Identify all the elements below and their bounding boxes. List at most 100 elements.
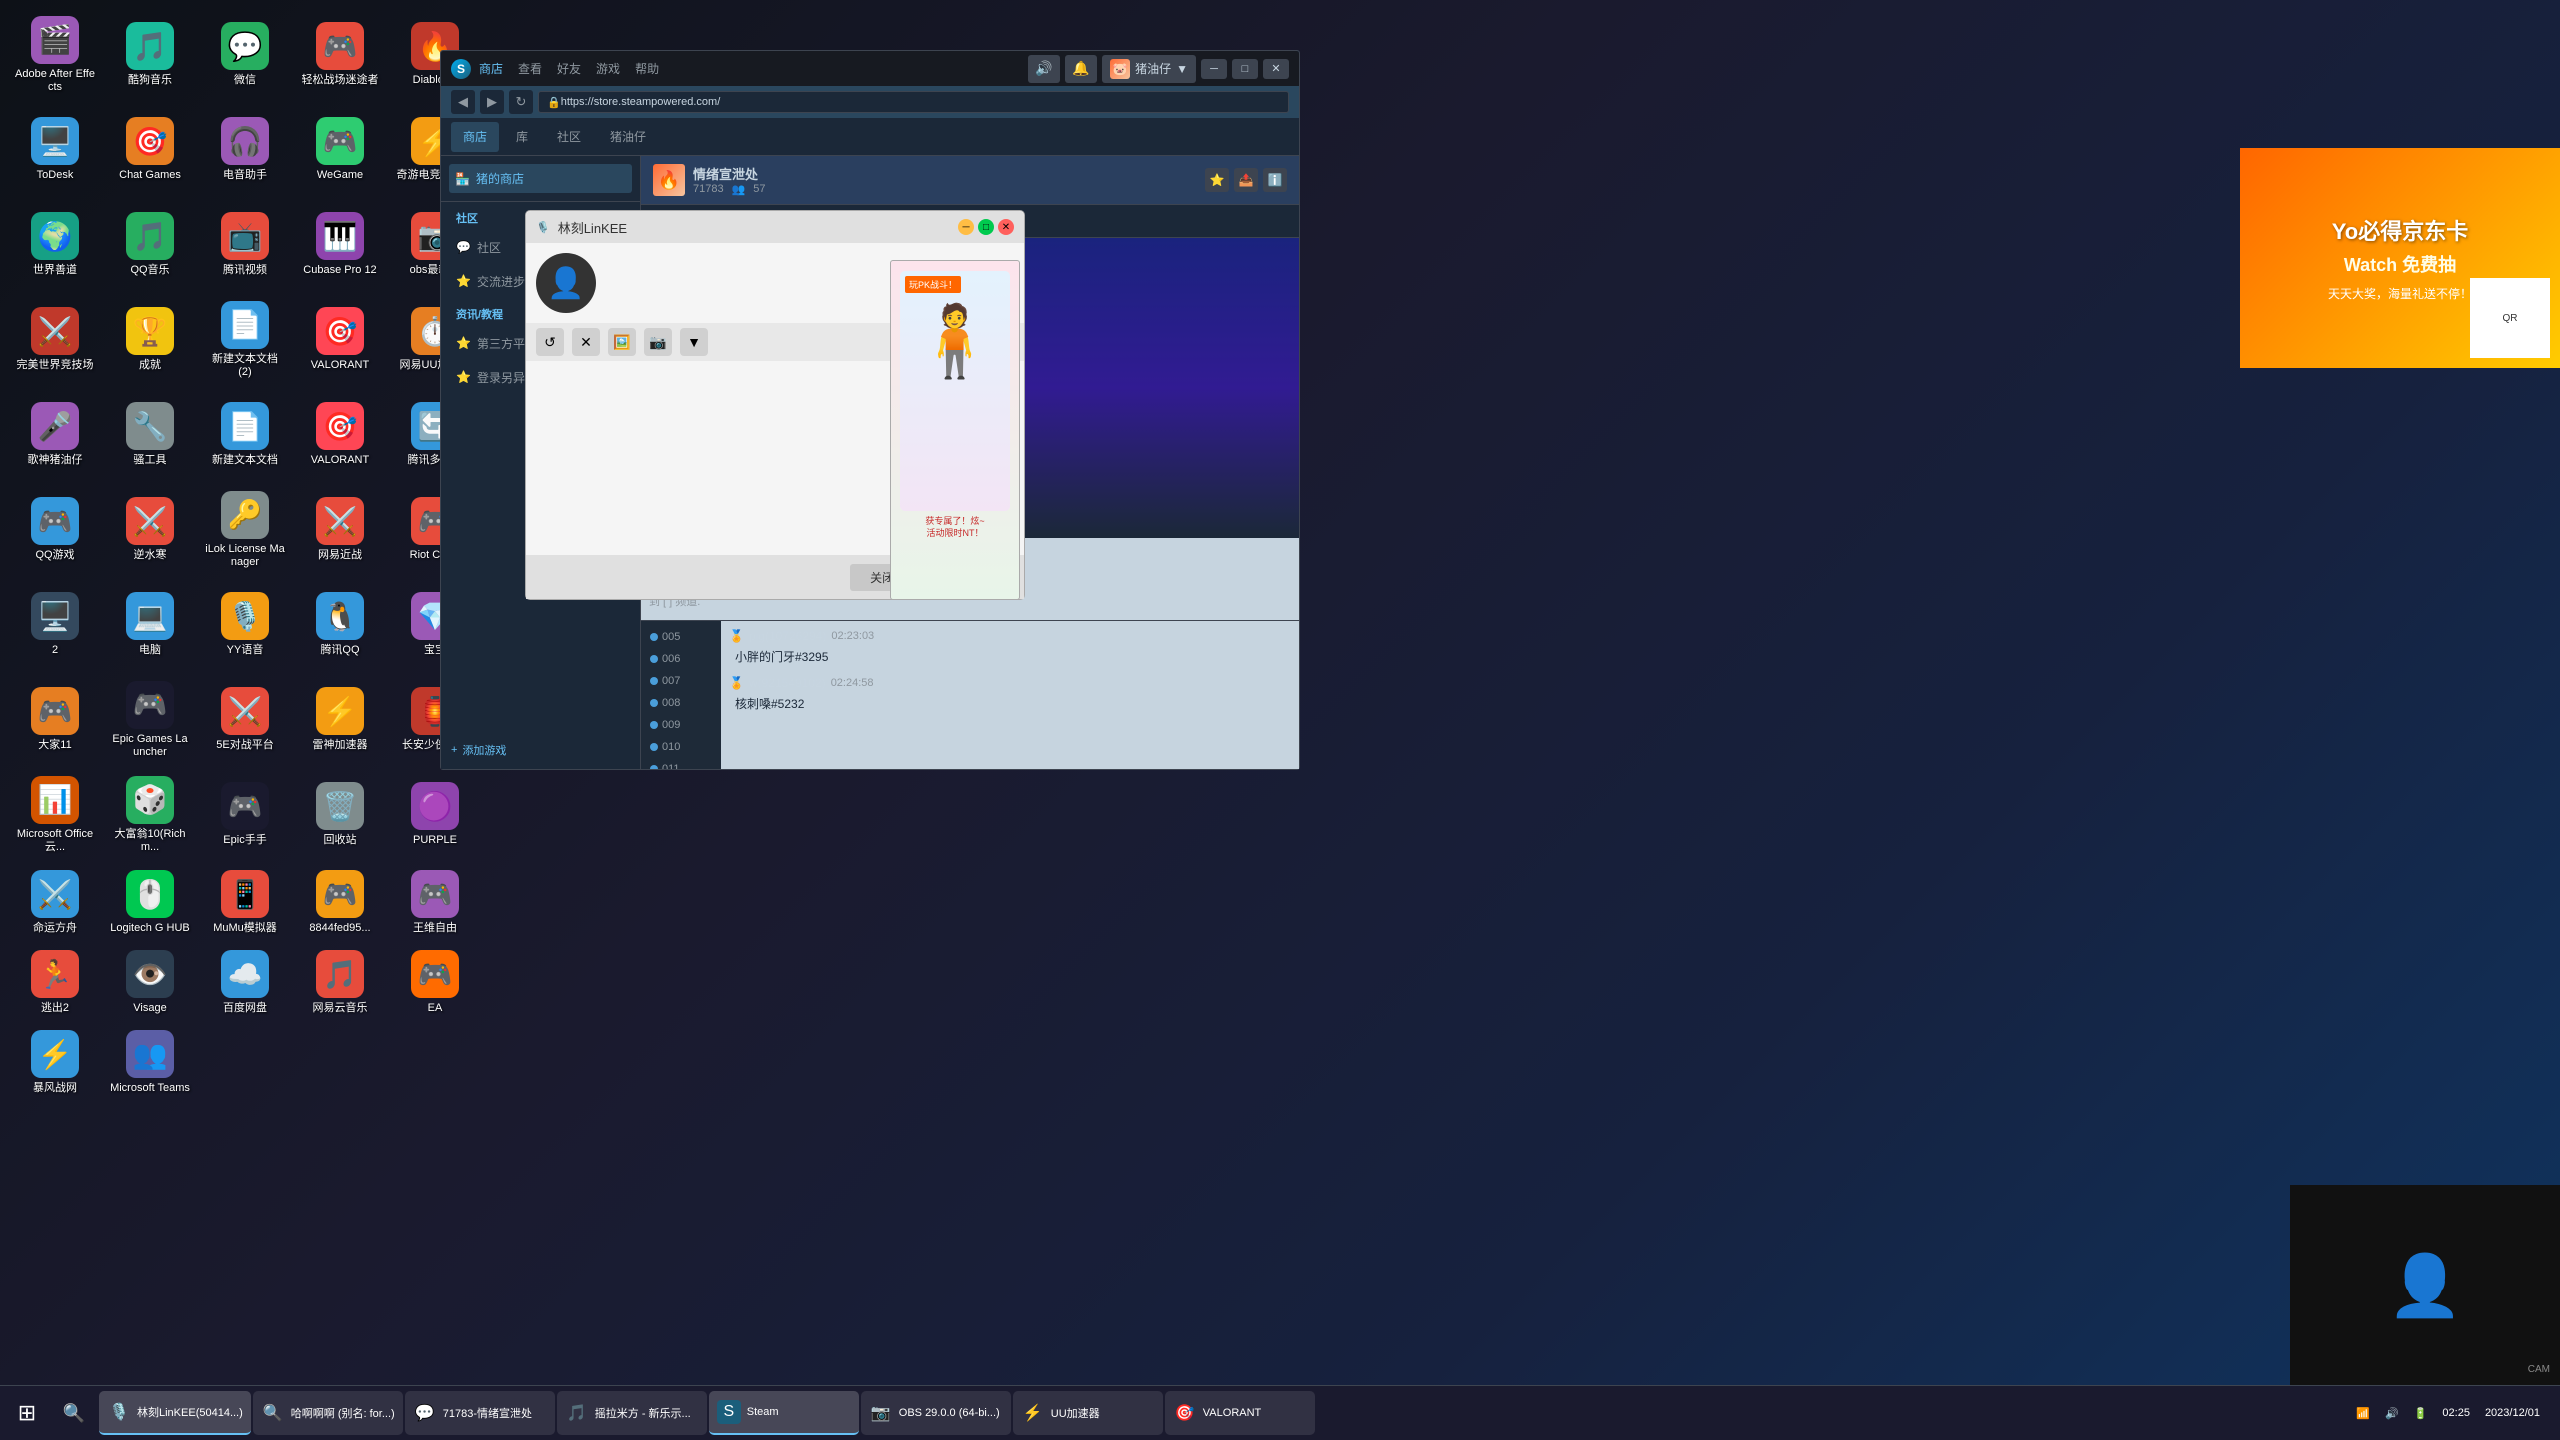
icon-jiuzhang[interactable]: 🎮 轻松战场迷途者	[295, 10, 385, 100]
steam-menu-games[interactable]: 游戏	[596, 60, 620, 77]
room-settings-btn[interactable]: ⭐	[1205, 168, 1229, 192]
taskbar-app-steam[interactable]: S Steam	[709, 1391, 859, 1435]
icon-wang-zi[interactable]: 🎮 王维自由	[390, 865, 480, 940]
icon-after-effects[interactable]: 🎬 Adobe After Effects	[10, 10, 100, 100]
tray-network-icon[interactable]: 📶	[2351, 1407, 2375, 1420]
icon-netease-dl[interactable]: ☁️ 百度网盘	[200, 945, 290, 1020]
icon-tools[interactable]: 🔧 骚工具	[105, 390, 195, 480]
tray-volume-icon[interactable]: 🔊	[2380, 1407, 2404, 1420]
icon-wechat[interactable]: 💬 微信	[200, 10, 290, 100]
icon-epic-launcher[interactable]: 🎮 Epic Games Launcher	[105, 675, 195, 765]
voice-maximize-btn[interactable]: □	[978, 219, 994, 235]
icon-wangyi[interactable]: 🎧 电音助手	[200, 105, 290, 195]
icon-perfect-world[interactable]: ⚔️ 完美世界竞技场	[10, 295, 100, 385]
steam-menu-help[interactable]: 帮助	[635, 60, 659, 77]
icon-baofengzhan[interactable]: ⚡ 暴风战网	[10, 1025, 100, 1100]
steam-back-btn[interactable]: ◀	[451, 90, 475, 114]
icon-dafuji[interactable]: 🎲 大富翁10(Richm...	[105, 770, 195, 860]
voice-close-win-btn[interactable]: ✕	[998, 219, 1014, 235]
icon-qqmusic[interactable]: 🎵 QQ音乐	[105, 200, 195, 290]
icon-chat-games[interactable]: 🎯 Chat Games	[105, 105, 195, 195]
icon-label-tengxunqq: 腾讯QQ	[320, 644, 359, 657]
room-info-btn[interactable]: ℹ️	[1263, 168, 1287, 192]
voice-minimize-btn[interactable]: ─	[958, 219, 974, 235]
room-share-btn[interactable]: 📤	[1234, 168, 1258, 192]
icon-chengji[interactable]: 🏆 成就	[105, 295, 195, 385]
icon-purple[interactable]: 🟣 PURPLE	[390, 770, 480, 860]
icon-tencent-video[interactable]: 📺 腾讯视频	[200, 200, 290, 290]
taskbar-app-linkee[interactable]: 🎙️ 林刻LinKEE(50414...)	[99, 1391, 251, 1435]
tray-time[interactable]: 02:25	[2437, 1407, 2475, 1419]
taskbar-app-valorant[interactable]: 🎯 VALORANT	[1165, 1391, 1315, 1435]
steam-refresh-btn[interactable]: ↻	[509, 90, 533, 114]
steam-close-btn[interactable]: ✕	[1263, 59, 1289, 79]
icon-epic2[interactable]: 🎮 Epic手手	[200, 770, 290, 860]
icon-todo[interactable]: 🖥️ ToDesk	[10, 105, 100, 195]
steam-user-profile-btn[interactable]: 🐷 猪油仔 ▼	[1102, 55, 1196, 83]
icon-kugou[interactable]: 🎵 酷狗音乐	[105, 10, 195, 100]
icon-valorant[interactable]: 🎯 VALORANT	[295, 295, 385, 385]
icon-8844[interactable]: 🎮 8844fed95...	[295, 865, 385, 940]
steam-forward-btn[interactable]: ▶	[480, 90, 504, 114]
taskbar-app-room[interactable]: 💬 71783-情绪宣泄处	[405, 1391, 555, 1435]
voice-tool-camera-btn[interactable]: 📷	[644, 328, 672, 356]
icon-mumu[interactable]: 📱 MuMu模拟器	[200, 865, 290, 940]
chat-messages-column: 🏅 pig(10726294) 02:23:03 小胖的门牙#3295 🏅 w(…	[721, 621, 1299, 769]
steam-tab-library[interactable]: 库	[504, 122, 540, 152]
icon-recycle[interactable]: 🗑️ 回收站	[295, 770, 385, 860]
icon-nidworld[interactable]: ⚔️ 逆水寒	[105, 485, 195, 575]
taskbar-app-music[interactable]: 🎵 摇拉米方 - 新乐示...	[557, 1391, 707, 1435]
icon-thunder-speed[interactable]: ⚡ 雷神加速器	[295, 675, 385, 765]
icon-new-doc2[interactable]: 📄 新建文本文档 (2)	[200, 295, 290, 385]
icon-visage[interactable]: 👁️ Visage	[105, 945, 195, 1020]
add-game-sidebar-btn[interactable]: + 添加游戏	[441, 736, 640, 764]
taskbar-app-obs[interactable]: 📷 OBS 29.0.0 (64-bi...)	[861, 1391, 1011, 1435]
icon-shijie[interactable]: 🌍 世界善道	[10, 200, 100, 290]
icon-dajie[interactable]: 🎮 大家11	[10, 675, 100, 765]
taskbar-search-btn[interactable]: 🔍	[52, 1391, 96, 1435]
icon-logitech[interactable]: 🖱️ Logitech G HUB	[105, 865, 195, 940]
icon-microsoft-teams[interactable]: 👥 Microsoft Teams	[105, 1025, 195, 1100]
voice-tool-image-btn[interactable]: 🖼️	[608, 328, 636, 356]
voice-tool-refresh-btn[interactable]: ↺	[536, 328, 564, 356]
voice-tool-close-btn[interactable]: ✕	[572, 328, 600, 356]
taskbar-app-search[interactable]: 🔍 哈啊啊啊 (别名: for...)	[253, 1391, 403, 1435]
steam-tab-store[interactable]: 商店	[451, 122, 499, 152]
icon-cubase[interactable]: 🎹 Cubase Pro 12	[295, 200, 385, 290]
icon-iloklicense[interactable]: 🔑 iLok License Manager	[200, 485, 290, 575]
steam-minimize-btn[interactable]: ─	[1201, 59, 1227, 79]
icon-netease-cloud[interactable]: 🎵 网易云音乐	[295, 945, 385, 1020]
steam-url-bar[interactable]: 🔒 https://store.steampowered.com/	[538, 91, 1289, 113]
taskbar-start-btn[interactable]: ⊞	[5, 1391, 49, 1435]
icon-ea[interactable]: 🎮 EA	[390, 945, 480, 1020]
taskbar-app-uu[interactable]: ⚡ UU加速器	[1013, 1391, 1163, 1435]
steam-notif-btn[interactable]: 🔔	[1065, 55, 1097, 83]
icon-wangyi-near[interactable]: ⚔️ 网易近战	[295, 485, 385, 575]
icon-youbi-oil[interactable]: 🎤 歌神猪油仔	[10, 390, 100, 480]
steam-my-shop-btn[interactable]: 🏪 猪的商店	[449, 164, 632, 193]
steam-menu-store[interactable]: 商店	[479, 60, 503, 77]
icon-niuluo2[interactable]: 🏃 逃出2	[10, 945, 100, 1020]
steam-volume-btn[interactable]: 🔊	[1028, 55, 1060, 83]
steam-tab-user[interactable]: 猪油仔	[598, 122, 658, 152]
icon-tengxunqq[interactable]: 🐧 腾讯QQ	[295, 580, 385, 670]
icon-diannao[interactable]: 💻 电脑	[105, 580, 195, 670]
steam-url-lock-icon: 🔒	[547, 96, 561, 109]
voice-tool-more-btn[interactable]: ▼	[680, 328, 708, 356]
icon-desktop-2[interactable]: 🖥️ 2	[10, 580, 100, 670]
steam-menu-friends[interactable]: 好友	[557, 60, 581, 77]
icon-microsoft-office[interactable]: 📊 Microsoft Office 云...	[10, 770, 100, 860]
steam-tab-community[interactable]: 社区	[545, 122, 593, 152]
icon-qq-game[interactable]: 🎮 QQ游戏	[10, 485, 100, 575]
icon-yyvoice[interactable]: 🎙️ YY语音	[200, 580, 290, 670]
steam-maximize-btn[interactable]: □	[1232, 59, 1258, 79]
icon-yuanyou[interactable]: ⚔️ 命运方舟	[10, 865, 100, 940]
icon-wegame[interactable]: 🎮 WeGame	[295, 105, 385, 195]
icon-new-doc[interactable]: 📄 新建文本文档	[200, 390, 290, 480]
icon-5e-platform[interactable]: ⚔️ 5E对战平台	[200, 675, 290, 765]
steam-menu-view[interactable]: 查看	[518, 60, 542, 77]
add-game-label: 添加游戏	[462, 742, 506, 758]
num-text-008: 008	[662, 697, 680, 709]
tray-battery-icon[interactable]: 🔋	[2409, 1407, 2433, 1420]
icon-valorant2[interactable]: 🎯 VALORANT	[295, 390, 385, 480]
